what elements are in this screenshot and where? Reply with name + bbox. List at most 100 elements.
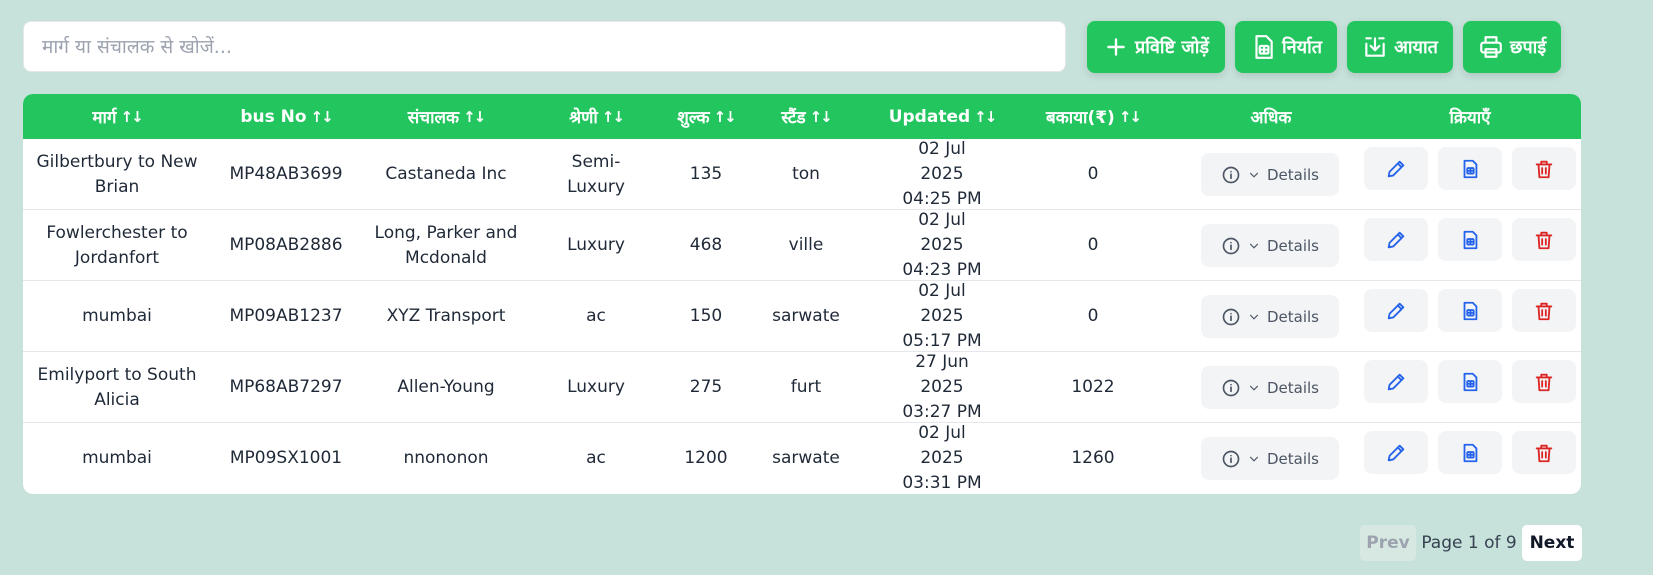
- header-label: bus No: [240, 106, 307, 127]
- delete-button[interactable]: [1512, 431, 1576, 474]
- trash-icon: [1535, 302, 1553, 320]
- fee-cell: 135: [689, 164, 723, 184]
- details-toggle[interactable]: Details: [1201, 224, 1339, 267]
- operator-cell: XYZ Transport: [386, 306, 506, 326]
- route-cell: Emilyport to South Alicia: [37, 364, 197, 410]
- toolbar: प्रविष्टि जोड़ें निर्यात आयात छपाई: [23, 21, 1563, 73]
- details-toggle[interactable]: Details: [1201, 366, 1339, 409]
- header-label: Updated: [888, 106, 971, 127]
- route-cell: mumbai: [82, 448, 152, 468]
- add-entry-button[interactable]: प्रविष्टि जोड़ें: [1087, 21, 1225, 73]
- fee-cell: 275: [689, 377, 723, 397]
- document-icon: [1463, 372, 1478, 391]
- table-row: Fowlerchester to Jordanfort MP08AB2886 L…: [23, 210, 1581, 281]
- edit-button[interactable]: [1364, 147, 1428, 190]
- receipt-button[interactable]: [1438, 147, 1502, 190]
- column-header-category[interactable]: श्रेणी ↑↓: [531, 94, 661, 139]
- table-row: mumbai MP09SX1001 nnononon ac 1200 sarwa…: [23, 423, 1581, 494]
- edit-button[interactable]: [1364, 218, 1428, 261]
- sort-icon: ↑↓: [310, 107, 334, 126]
- receipt-button[interactable]: [1438, 289, 1502, 332]
- stand-cell: sarwate: [772, 306, 840, 326]
- details-label: Details: [1266, 307, 1319, 326]
- receipt-button[interactable]: [1438, 360, 1502, 403]
- updated-cell: 02 Jul 2025 05:17 PM: [902, 281, 982, 351]
- trash-icon: [1535, 231, 1553, 249]
- document-icon: [1463, 159, 1478, 178]
- column-header-stand[interactable]: स्टैंड ↑↓: [751, 94, 861, 139]
- operator-cell: Long, Parker and Mcdonald: [374, 222, 518, 268]
- chevron-down-icon: [1249, 385, 1259, 391]
- info-icon: [1222, 166, 1240, 183]
- receipt-button[interactable]: [1438, 218, 1502, 261]
- export-label: निर्यात: [1281, 37, 1322, 58]
- column-header-bus-no[interactable]: bus No ↑↓: [211, 94, 361, 139]
- delete-button[interactable]: [1512, 289, 1576, 332]
- edit-button[interactable]: [1364, 431, 1428, 474]
- column-header-updated[interactable]: Updated ↑↓: [861, 94, 1023, 139]
- sort-icon: ↑↓: [713, 107, 737, 126]
- delete-button[interactable]: [1512, 218, 1576, 261]
- details-toggle[interactable]: Details: [1201, 153, 1339, 196]
- print-label: छपाई: [1509, 37, 1547, 58]
- sort-icon: ↑↓: [809, 107, 833, 126]
- header-label: श्रेणी: [569, 108, 598, 128]
- receipt-button[interactable]: [1438, 431, 1502, 474]
- sort-icon: ↑↓: [601, 107, 625, 126]
- edit-button[interactable]: [1364, 289, 1428, 332]
- add-entry-label: प्रविष्टि जोड़ें: [1134, 37, 1209, 58]
- updated-cell: 02 Jul 2025 04:23 PM: [902, 210, 982, 280]
- search-input[interactable]: [23, 21, 1066, 72]
- table-row: Gilbertbury to New Brian MP48AB3699 Cast…: [23, 139, 1581, 210]
- details-label: Details: [1266, 449, 1319, 468]
- category-cell: ac: [586, 306, 606, 326]
- table-header: मार्ग ↑↓ bus No ↑↓ संचालक ↑↓ श्रेणी ↑↓ शुल्क…: [23, 94, 1581, 139]
- due-cell: 0: [1087, 164, 1099, 184]
- fee-cell: 150: [689, 306, 723, 326]
- delete-button[interactable]: [1512, 147, 1576, 190]
- column-header-route[interactable]: मार्ग ↑↓: [23, 94, 211, 139]
- print-button[interactable]: छपाई: [1463, 21, 1561, 73]
- info-icon: [1222, 237, 1240, 254]
- sort-icon: ↑↓: [463, 107, 486, 126]
- pencil-icon: [1387, 373, 1405, 390]
- document-icon: [1463, 301, 1478, 320]
- info-icon: [1222, 450, 1240, 467]
- chevron-down-icon: [1249, 314, 1259, 320]
- column-header-due[interactable]: बकाया(₹) ↑↓: [1023, 94, 1163, 139]
- due-cell: 0: [1087, 306, 1099, 326]
- details-toggle[interactable]: Details: [1201, 295, 1339, 338]
- bus-no-cell: MP68AB7297: [229, 377, 343, 397]
- details-toggle[interactable]: Details: [1201, 437, 1339, 480]
- document-icon: [1463, 443, 1478, 462]
- details-label: Details: [1266, 378, 1319, 397]
- column-header-operator[interactable]: संचालक ↑↓: [361, 94, 531, 139]
- chevron-down-icon: [1249, 243, 1259, 249]
- column-header-fee[interactable]: शुल्क ↑↓: [661, 94, 751, 139]
- column-header-more: अधिक: [1183, 94, 1359, 139]
- table-row: Emilyport to South Alicia MP68AB7297 All…: [23, 352, 1581, 423]
- pencil-icon: [1387, 444, 1405, 461]
- trash-icon: [1535, 160, 1553, 178]
- edit-button[interactable]: [1364, 360, 1428, 403]
- bus-no-cell: MP09AB1237: [229, 306, 343, 326]
- info-icon: [1222, 379, 1240, 396]
- header-label: स्टैंड: [781, 108, 806, 128]
- updated-cell: 02 Jul 2025 03:31 PM: [902, 423, 982, 493]
- updated-cell: 27 Jun 2025 03:27 PM: [902, 352, 982, 422]
- delete-button[interactable]: [1512, 360, 1576, 403]
- bus-no-cell: MP09SX1001: [229, 448, 343, 468]
- header-label: शुल्क: [677, 108, 710, 128]
- import-label: आयात: [1394, 37, 1438, 58]
- trash-icon: [1535, 444, 1553, 462]
- pencil-icon: [1387, 231, 1405, 248]
- due-cell: 1260: [1071, 448, 1115, 468]
- next-page-button[interactable]: Next: [1522, 525, 1582, 561]
- header-label: संचालक: [407, 108, 460, 128]
- export-button[interactable]: निर्यात: [1235, 21, 1337, 73]
- category-cell: Luxury: [567, 235, 625, 255]
- document-icon: [1463, 230, 1478, 249]
- download-icon: [1365, 37, 1385, 57]
- prev-page-button[interactable]: Prev: [1360, 525, 1416, 561]
- import-button[interactable]: आयात: [1347, 21, 1453, 73]
